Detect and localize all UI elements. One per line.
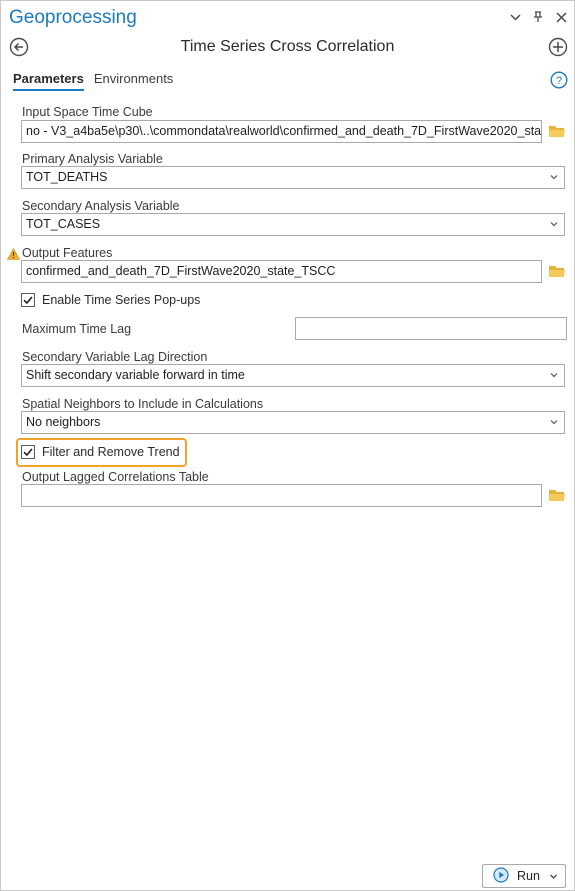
lag-direction-label: Secondary Variable Lag Direction [22,350,208,364]
pin-icon[interactable] [531,10,545,24]
title-bar-controls [508,10,568,24]
output-features-label: Output Features [22,246,113,260]
lagged-table-field[interactable] [21,484,542,507]
folder-icon[interactable] [548,124,566,140]
tab-environments[interactable]: Environments [94,71,173,91]
enable-popups-label: Enable Time Series Pop-ups [42,293,201,307]
primary-variable-label: Primary Analysis Variable [22,152,163,166]
run-button[interactable]: Run [482,864,566,888]
filter-trend-label: Filter and Remove Trend [42,445,180,459]
lag-direction-select[interactable]: Shift secondary variable forward in time [21,364,565,387]
enable-popups-checkbox[interactable] [21,293,35,307]
chevron-down-icon[interactable] [508,10,522,24]
run-label: Run [517,869,540,883]
spatial-neighbors-label: Spatial Neighbors to Include in Calculat… [22,397,264,411]
max-time-lag-label: Maximum Time Lag [22,322,132,336]
add-plus-icon[interactable] [548,37,568,57]
filter-trend-checkbox[interactable] [21,445,35,459]
spatial-neighbors-select[interactable]: No neighbors [21,411,565,434]
warning-icon [6,247,21,260]
tool-title: Time Series Cross Correlation [180,38,395,55]
primary-variable-select[interactable]: TOT_DEATHS [21,166,565,189]
primary-variable-value: TOT_DEATHS [26,170,108,184]
run-play-icon [493,866,509,886]
folder-icon[interactable] [548,488,566,504]
chevron-down-icon [548,171,560,183]
geoprocessing-pane: Geoprocessing Time Series Cross Correlat… [0,0,575,891]
tool-header: Time Series Cross Correlation [1,35,574,61]
svg-text:?: ? [556,75,562,87]
chevron-down-icon[interactable] [548,871,559,882]
secondary-variable-value: TOT_CASES [26,217,101,231]
secondary-variable-select[interactable]: TOT_CASES [21,213,565,236]
folder-icon[interactable] [548,264,566,280]
lag-direction-value: Shift secondary variable forward in time [26,368,245,382]
enable-popups-row: Enable Time Series Pop-ups [21,293,200,307]
chevron-down-icon [548,369,560,381]
tab-parameters[interactable]: Parameters [13,71,84,91]
chevron-down-icon [548,218,560,230]
max-time-lag-field[interactable] [295,317,567,340]
output-features-field[interactable]: confirmed_and_death_7D_FirstWave2020_sta… [21,260,542,283]
input-cube-field[interactable]: no - V3_a4ba5e\p30\..\commondata\realwor… [21,120,542,143]
chevron-down-icon [548,416,560,428]
close-icon[interactable] [554,10,568,24]
input-cube-label: Input Space Time Cube [22,105,153,119]
filter-trend-row: Filter and Remove Trend [21,445,180,459]
tab-strip: Parameters Environments [13,71,173,91]
help-icon[interactable]: ? [550,71,568,89]
secondary-variable-label: Secondary Analysis Variable [22,199,180,213]
lagged-table-label: Output Lagged Correlations Table [22,470,209,484]
pane-title: Geoprocessing [9,7,137,28]
title-bar: Geoprocessing [1,1,574,35]
spatial-neighbors-value: No neighbors [26,415,101,429]
